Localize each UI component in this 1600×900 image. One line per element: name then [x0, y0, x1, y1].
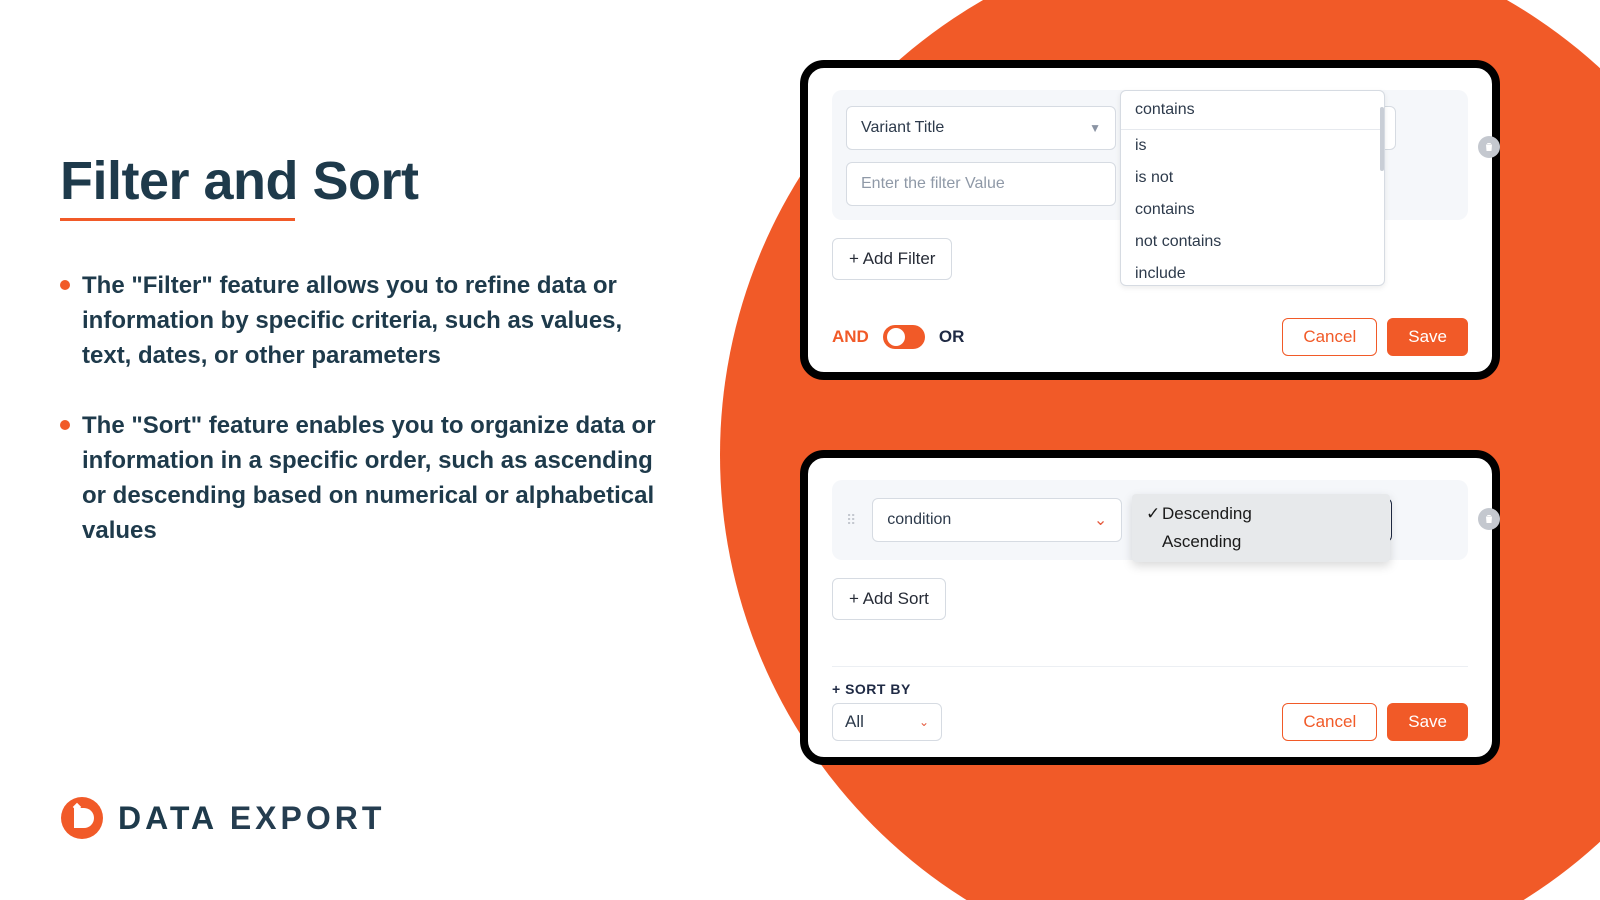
delete-filter-button[interactable] — [1478, 136, 1500, 158]
brand-logo: DATA EXPORT — [60, 796, 385, 840]
and-or-toggle[interactable] — [883, 325, 925, 349]
chevron-down-icon: ⌄ — [919, 715, 929, 729]
logic-and-label: AND — [832, 327, 869, 347]
dropdown-item[interactable]: Ascending — [1132, 528, 1390, 556]
caret-down-icon: ▼ — [1089, 121, 1101, 135]
brand-text: DATA EXPORT — [118, 800, 385, 837]
dropdown-item[interactable]: is not — [1121, 162, 1384, 194]
dropdown-item-label: Descending — [1162, 504, 1252, 524]
sort-field-select-value: condition — [887, 511, 951, 529]
filter-panel: Variant Title ▼ contains ▼ Enter the fil… — [800, 60, 1500, 380]
dropdown-item[interactable]: include — [1121, 258, 1384, 280]
bullet-text: The "Filter" feature allows you to refin… — [82, 269, 670, 373]
bullet-item: The "Sort" feature enables you to organi… — [60, 409, 670, 548]
add-filter-button[interactable]: + Add Filter — [832, 238, 952, 280]
filter-logic-switch: AND OR — [832, 325, 964, 349]
save-button[interactable]: Save — [1387, 318, 1468, 356]
dropdown-item[interactable]: contains — [1121, 194, 1384, 226]
dropdown-item[interactable]: ✓ Descending — [1132, 500, 1390, 528]
filter-value-input[interactable]: Enter the filter Value — [846, 162, 1116, 206]
bullet-dot-icon — [60, 420, 70, 430]
dropdown-item-label: Ascending — [1162, 532, 1241, 552]
filter-field-block: Variant Title ▼ contains ▼ Enter the fil… — [832, 90, 1468, 220]
brand-icon — [60, 796, 104, 840]
delete-sort-button[interactable] — [1478, 508, 1500, 530]
filter-value-placeholder: Enter the filter Value — [861, 175, 1005, 193]
page-title: Filter and Sort — [60, 150, 670, 212]
trash-icon — [1483, 513, 1495, 525]
check-icon: ✓ — [1146, 504, 1162, 524]
logic-or-label: OR — [939, 327, 965, 347]
sort-field-block: ⠿ condition ⌄ Descending ⌄ ✓ Descending — [832, 480, 1468, 560]
sort-field-select[interactable]: condition ⌄ — [872, 498, 1122, 542]
bullet-text: The "Sort" feature enables you to organi… — [82, 409, 670, 548]
dropdown-item[interactable]: not contains — [1121, 226, 1384, 258]
sort-by-select-value: All — [845, 712, 864, 732]
brand-text-export: EXPORT — [230, 800, 386, 836]
sort-panel: ⠿ condition ⌄ Descending ⌄ ✓ Descending — [800, 450, 1500, 765]
chevron-down-icon: ⌄ — [1094, 510, 1107, 530]
sort-by-label: + SORT BY — [832, 681, 942, 697]
add-sort-button[interactable]: + Add Sort — [832, 578, 946, 620]
save-button[interactable]: Save — [1387, 703, 1468, 741]
dropdown-item[interactable]: is — [1121, 130, 1384, 162]
sort-by-select[interactable]: All ⌄ — [832, 703, 942, 741]
cancel-button[interactable]: Cancel — [1282, 703, 1377, 741]
filter-operator-dropdown[interactable]: contains is is not contains not contains… — [1120, 90, 1385, 286]
filter-field-select[interactable]: Variant Title ▼ — [846, 106, 1116, 150]
bullet-item: The "Filter" feature allows you to refin… — [60, 269, 670, 373]
toggle-knob — [887, 328, 905, 346]
bullet-dot-icon — [60, 280, 70, 290]
brand-text-data: DATA — [118, 800, 217, 836]
dropdown-header: contains — [1121, 91, 1384, 130]
sort-direction-dropdown[interactable]: ✓ Descending Ascending — [1132, 494, 1390, 562]
filter-field-select-value: Variant Title — [861, 119, 944, 137]
title-underline — [60, 218, 295, 221]
trash-icon — [1483, 141, 1495, 153]
drag-handle-icon[interactable]: ⠿ — [846, 512, 856, 529]
cancel-button[interactable]: Cancel — [1282, 318, 1377, 356]
